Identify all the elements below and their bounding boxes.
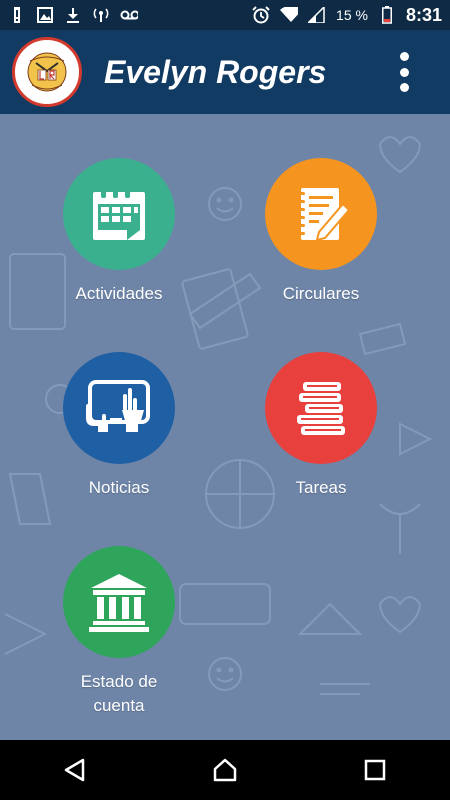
- calendar-icon: [93, 186, 145, 240]
- main-content: Actividades Circulares Noticias Tareas E…: [0, 114, 450, 740]
- noticias-circle: [63, 352, 175, 464]
- menu-item-noticias[interactable]: Noticias: [29, 352, 209, 500]
- circulares-label: Circulares: [282, 284, 360, 303]
- battery-icon: [378, 6, 396, 24]
- status-bar-left: [8, 6, 138, 24]
- app-bar: Evelyn Rogers: [0, 30, 450, 114]
- bank-icon: [89, 574, 149, 632]
- tareas-label: Tareas: [295, 478, 347, 497]
- school-logo: [12, 37, 82, 107]
- download-icon: [64, 6, 82, 24]
- circulares-circle: [265, 158, 377, 270]
- menu-item-circulares[interactable]: Circulares: [231, 158, 411, 306]
- status-bar: 15 % 8:31: [0, 0, 450, 30]
- status-bar-right: 15 % 8:31: [252, 5, 442, 26]
- menu-item-estado-de-cuenta[interactable]: Estado de cuenta: [29, 546, 209, 718]
- home-icon: [213, 758, 237, 782]
- books-icon: [297, 382, 345, 435]
- menu-item-actividades[interactable]: Actividades: [29, 158, 209, 306]
- voicemail-icon: [120, 6, 138, 24]
- system-nav-bar: [0, 740, 450, 800]
- back-icon: [64, 758, 85, 782]
- overflow-menu-icon[interactable]: [394, 52, 414, 92]
- notepad-pencil-icon: [297, 188, 351, 242]
- tareas-circle: [265, 352, 377, 464]
- alarm-icon: [252, 6, 270, 24]
- recents-icon: [364, 759, 386, 781]
- recents-button[interactable]: [345, 740, 405, 800]
- signal-broadcast-icon: [92, 6, 110, 24]
- back-button[interactable]: [45, 740, 105, 800]
- app-title: Evelyn Rogers: [104, 53, 327, 90]
- noticias-label: Noticias: [88, 478, 150, 497]
- touchscreen-icon: [86, 380, 150, 432]
- image-icon: [36, 6, 54, 24]
- wifi-icon: [280, 6, 299, 24]
- menu-item-tareas[interactable]: Tareas: [231, 352, 411, 500]
- clock: 8:31: [405, 4, 442, 25]
- alert-icon: [8, 6, 26, 24]
- battery-percent: 15 %: [336, 7, 368, 23]
- signal-icon: [308, 6, 326, 24]
- estado-de-cuenta-circle: [63, 546, 175, 658]
- home-button[interactable]: [195, 740, 255, 800]
- actividades-circle: [63, 158, 175, 270]
- estado-de-cuenta-label: Estado de cuenta: [80, 672, 158, 715]
- actividades-label: Actividades: [75, 284, 163, 303]
